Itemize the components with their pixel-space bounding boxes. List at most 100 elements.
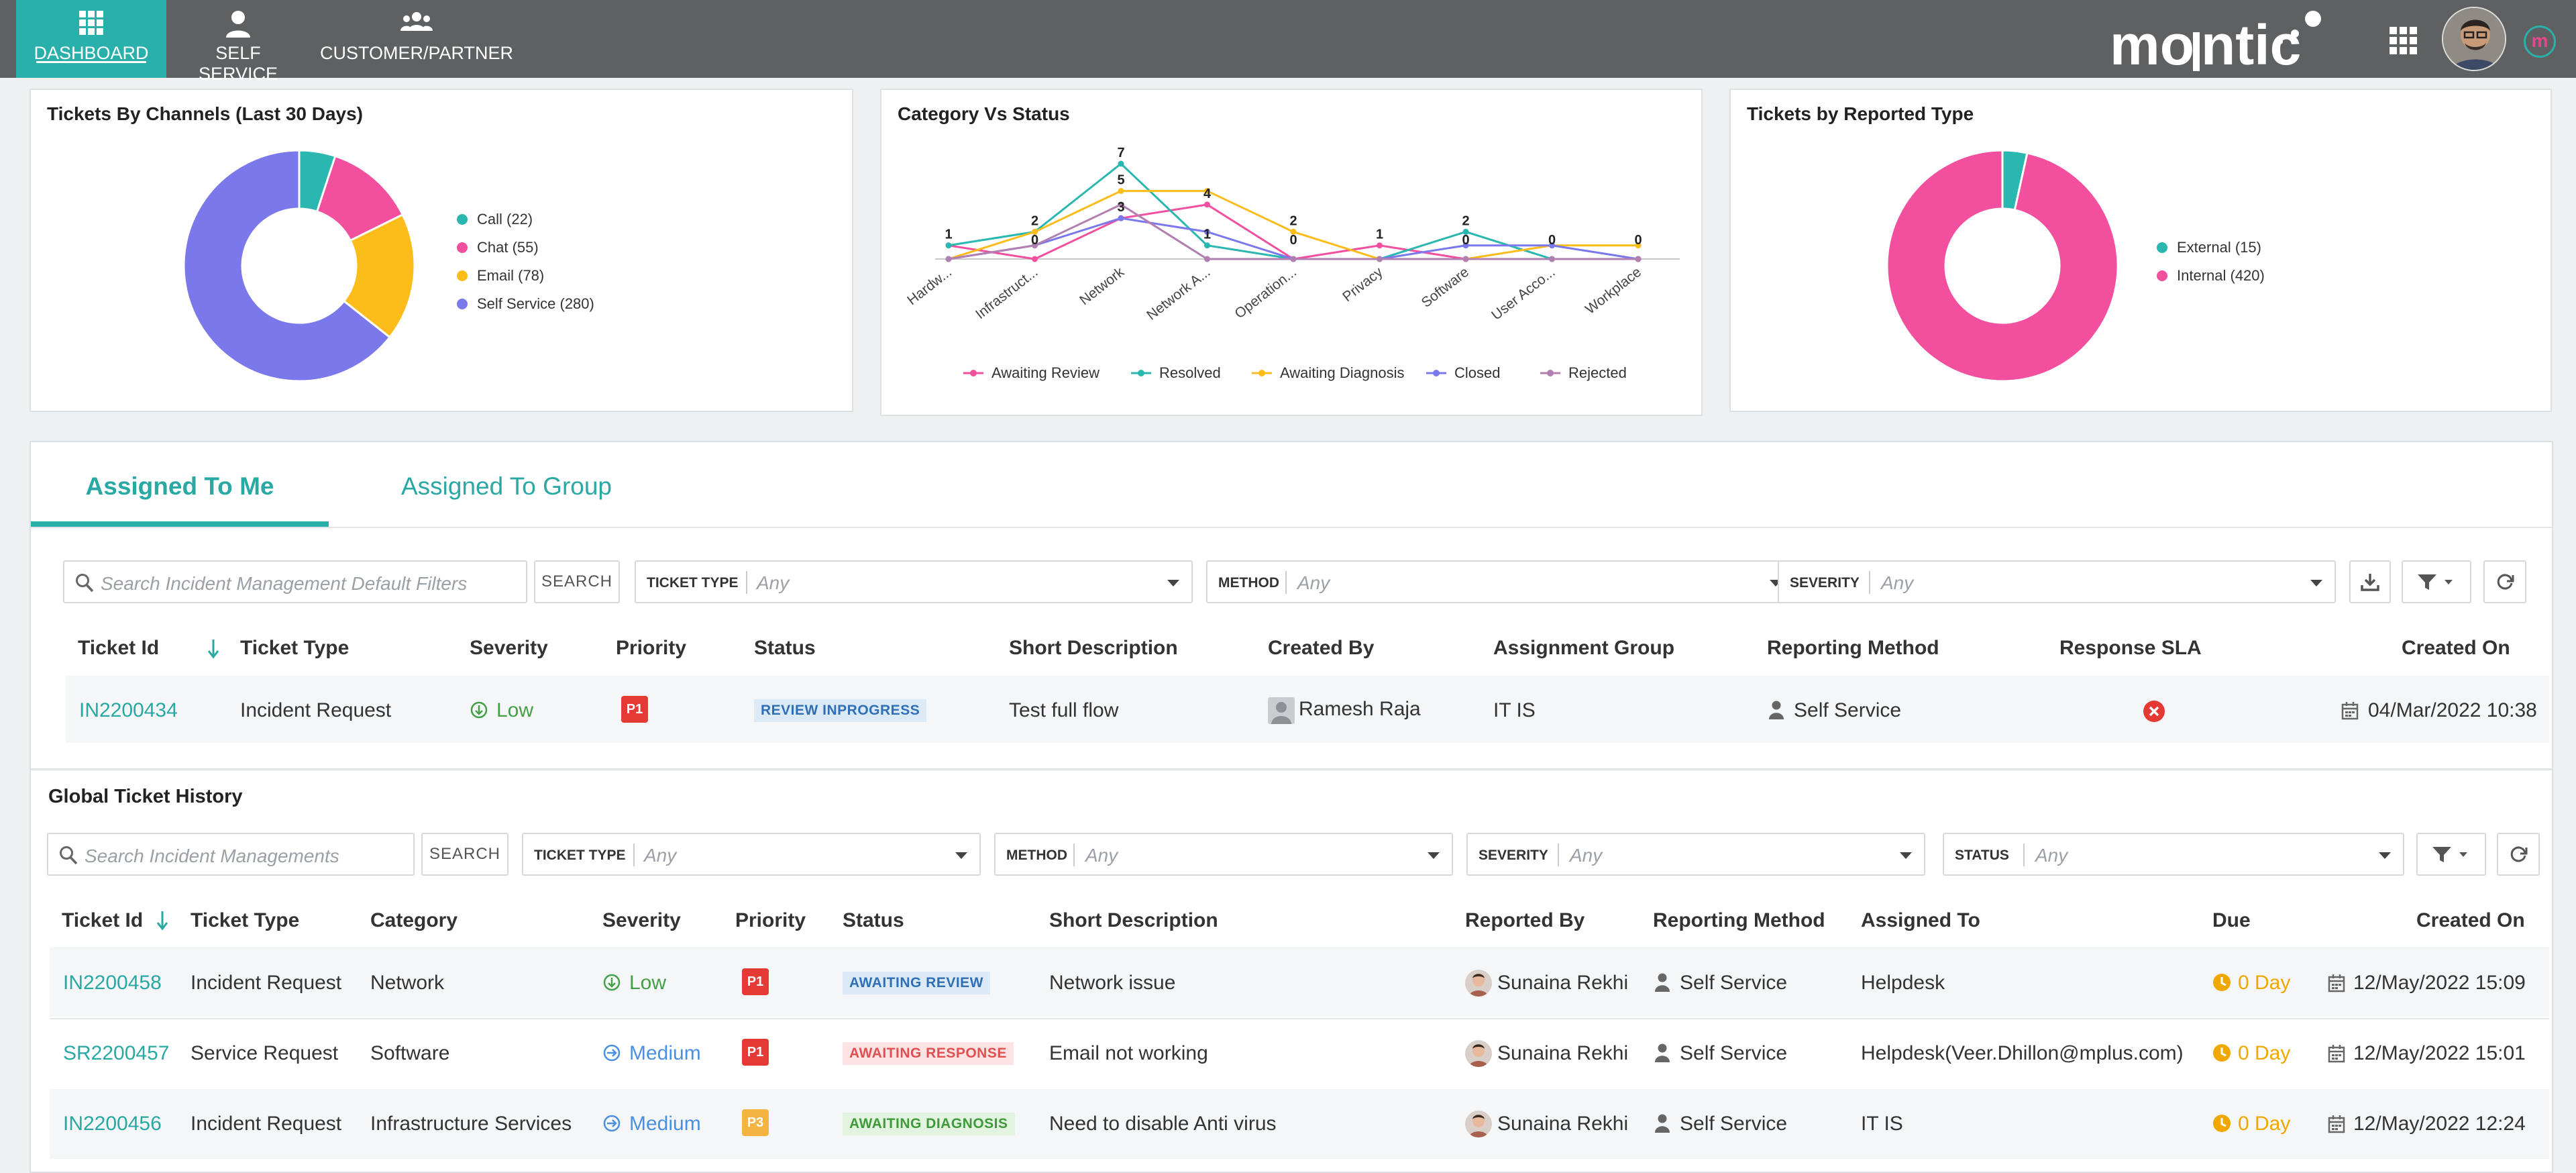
donut-slice-internal[interactable] (1886, 149, 2119, 382)
legend-label[interactable]: Rejected (1568, 364, 1627, 381)
col-ticket-id[interactable]: Ticket Id (78, 637, 159, 660)
svg-text:ntic: ntic (2201, 13, 2301, 74)
severity-value: Low (496, 699, 534, 721)
legend-label[interactable]: Awaiting Diagnosis (1280, 364, 1404, 381)
history-severity-filter[interactable]: SEVERITY Any (1466, 833, 1925, 876)
data-point[interactable] (1635, 256, 1642, 262)
col-short-description[interactable]: Short Description (1009, 637, 1178, 660)
col-created-on[interactable]: Created On (2416, 909, 2525, 932)
col-created-by[interactable]: Created By (1268, 637, 1374, 660)
col-ticket-type[interactable]: Ticket Type (240, 637, 349, 660)
filter-value: Any (1881, 572, 1914, 593)
svg-text:mo: mo (2110, 13, 2194, 74)
user-avatar[interactable] (2442, 7, 2506, 71)
assigned-method-filter[interactable]: METHOD Any (1206, 560, 1795, 603)
filter-options-button[interactable] (2402, 560, 2471, 603)
history-search-input[interactable]: Search Incident Managements (47, 833, 415, 876)
filter-value: Any (1297, 572, 1330, 593)
legend-self-service-label: Self Service (280) (477, 295, 594, 312)
tab-assigned-to-group[interactable]: Assigned To Group (342, 442, 671, 527)
col-ticket-id[interactable]: Ticket Id (62, 909, 143, 932)
nav-self-service[interactable]: SELF SERVICE (176, 0, 301, 84)
data-point[interactable] (945, 256, 952, 262)
data-point[interactable] (1462, 256, 1469, 262)
col-response-sla[interactable]: Response SLA (2059, 637, 2202, 660)
col-status[interactable]: Status (754, 637, 816, 660)
legend-label[interactable]: Closed (1454, 364, 1500, 381)
history-status-filter[interactable]: STATUS Any (1943, 833, 2404, 876)
col-assignment-group[interactable]: Assignment Group (1493, 637, 1674, 660)
col-priority[interactable]: Priority (735, 909, 806, 932)
col-priority[interactable]: Priority (616, 637, 686, 660)
sla-breached-icon (2143, 701, 2165, 722)
refresh-button[interactable] (2483, 560, 2526, 603)
tickets-panel: Assigned To Me Assigned To Group Search … (30, 441, 2553, 1173)
calendar-icon (2328, 1115, 2345, 1133)
data-point[interactable] (945, 242, 952, 249)
col-ticket-type[interactable]: Ticket Type (191, 909, 299, 932)
data-point[interactable] (1118, 160, 1124, 167)
channels-chart-title: Tickets By Channels (Last 30 Days) (47, 103, 364, 124)
chevron-down-icon (2310, 580, 2322, 586)
chevron-down-icon (1900, 852, 1912, 859)
col-due[interactable]: Due (2212, 909, 2251, 932)
assigned-ticket-type-filter[interactable]: TICKET TYPE Any (635, 560, 1193, 603)
assigned-search-button[interactable]: SEARCH (534, 560, 620, 603)
data-point[interactable] (1118, 215, 1124, 221)
col-assigned-to[interactable]: Assigned To (1861, 909, 1980, 932)
sort-down-icon[interactable] (207, 638, 220, 660)
tab-assigned-to-me[interactable]: Assigned To Me (31, 442, 329, 527)
col-status[interactable]: Status (843, 909, 904, 932)
search-icon (76, 574, 94, 593)
data-point[interactable] (1204, 201, 1210, 208)
data-point[interactable] (1204, 256, 1210, 262)
data-point[interactable] (1032, 256, 1038, 262)
history-method-filter[interactable]: METHOD Any (994, 833, 1453, 876)
legend-label[interactable]: Awaiting Review (991, 364, 1099, 381)
grid-icon (79, 11, 103, 35)
assigned-search-input[interactable]: Search Incident Management Default Filte… (63, 560, 527, 603)
history-refresh-button[interactable] (2497, 833, 2540, 876)
col-short-description[interactable]: Short Description (1049, 909, 1218, 932)
data-point[interactable] (1290, 256, 1297, 262)
ticket-id-link[interactable]: SR2200457 (63, 1042, 169, 1065)
history-filter-options-button[interactable] (2416, 833, 2486, 876)
status-badge: REVIEW INPROGRESS (754, 699, 927, 722)
chevron-down-icon (1167, 580, 1179, 586)
category-status-line-chart: 1 2 0 7 5 3 4 1 2 0 1 2 0 0 0 Hardw... Infrastruct... Net… (904, 146, 1680, 381)
export-button[interactable] (2349, 560, 2391, 603)
download-icon (2361, 574, 2379, 591)
col-category[interactable]: Category (370, 909, 458, 932)
col-reporting-method[interactable]: Reporting Method (1767, 637, 1939, 660)
sort-down-icon[interactable] (156, 910, 169, 931)
data-point[interactable] (1377, 242, 1383, 249)
data-point[interactable] (1549, 256, 1555, 262)
ticket-id-link[interactable]: IN2200458 (63, 972, 162, 994)
col-severity[interactable]: Severity (602, 909, 681, 932)
col-created-on[interactable]: Created On (2402, 637, 2510, 660)
assigned-severity-filter[interactable]: SEVERITY Any (1778, 560, 2336, 603)
col-reporting-method[interactable]: Reporting Method (1653, 909, 1825, 932)
data-point[interactable] (1118, 188, 1124, 195)
ticket-id-link[interactable]: IN2200456 (63, 1113, 162, 1135)
legend-label[interactable]: Resolved (1159, 364, 1221, 381)
col-severity[interactable]: Severity (470, 637, 548, 660)
notification-badge[interactable]: m (2524, 26, 2556, 58)
data-label: 0 (1289, 233, 1297, 248)
priority-badge: P1 (742, 968, 769, 995)
nav-customer-partner[interactable]: CUSTOMER/PARTNER (319, 0, 514, 78)
reporting-method: Self Service (1794, 699, 1902, 721)
filter-separator (1285, 571, 1287, 594)
history-search-button[interactable]: SEARCH (421, 833, 508, 876)
data-point[interactable] (1204, 242, 1210, 249)
legend-chat-label: Chat (55) (477, 239, 539, 256)
motadata-logo[interactable]: mo ntic (2110, 9, 2331, 74)
reported-type-chart-card: Tickets by Reported Type External (15) I… (1729, 89, 2552, 412)
history-ticket-type-filter[interactable]: TICKET TYPE Any (522, 833, 981, 876)
ticket-id-link[interactable]: IN2200434 (79, 699, 178, 722)
apps-grid-icon[interactable] (2390, 27, 2418, 55)
data-point[interactable] (1377, 256, 1383, 262)
col-reported-by[interactable]: Reported By (1465, 909, 1585, 932)
nav-dashboard[interactable]: DASHBOARD (16, 0, 166, 78)
x-tick-label: Network (1077, 264, 1127, 309)
